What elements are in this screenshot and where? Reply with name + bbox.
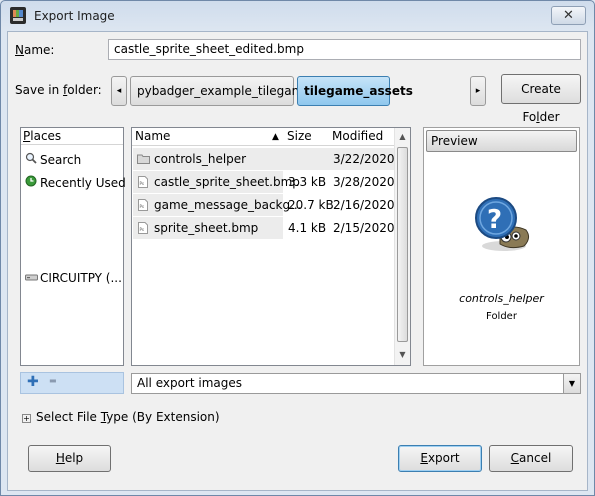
image-file-icon: Ps [138, 222, 148, 237]
file-row[interactable]: controls_helper 3/22/2020 [133, 148, 395, 170]
file-size: 3.3 kB [288, 175, 327, 189]
svg-text:Ps: Ps [140, 204, 144, 209]
breadcrumb-pybadger-example-tilegame[interactable]: pybadger_example_tilegame [130, 76, 311, 106]
wilber-help-icon: ? [470, 190, 534, 257]
create-folder-button[interactable]: Create Folder [501, 74, 581, 124]
file-list: Name ▲ Size Modified controls_helper 3/2… [131, 127, 411, 366]
places-toolbar: ✚ ▬ [20, 372, 124, 394]
file-modified: 2/15/2020 [333, 221, 395, 235]
file-row[interactable]: Ps castle_sprite_sheet.bmp 3.3 kB 3/28/2… [133, 171, 395, 193]
name-label: Name: [15, 43, 55, 57]
chevron-down-icon[interactable]: ▼ [563, 374, 580, 393]
preview-panel: Preview ? controls_helper Folder [423, 127, 580, 366]
svg-text:?: ? [487, 205, 502, 235]
drive-icon [25, 271, 38, 285]
file-modified: 3/22/2020 [333, 152, 395, 166]
export-image-dialog: Export Image ✕ Name: castle_sprite_sheet… [0, 0, 595, 496]
save-in-folder-label: Save in folder: [15, 83, 102, 97]
export-button[interactable]: Export [398, 445, 482, 472]
file-modified: 3/28/2020 [333, 175, 395, 189]
file-name: controls_helper [154, 152, 247, 166]
breadcrumb-forward-button[interactable]: ▸ [470, 76, 486, 106]
file-name: sprite_sheet.bmp [154, 221, 259, 235]
scroll-down-arrow[interactable]: ▼ [395, 347, 410, 363]
image-file-icon: Ps [138, 176, 148, 191]
file-list-scrollbar[interactable]: ▲ ▼ [394, 128, 410, 365]
folder-icon [137, 153, 150, 167]
cancel-button[interactable]: Cancel [489, 445, 573, 472]
svg-text:Ps: Ps [140, 227, 144, 232]
file-filter-value: All export images [137, 376, 243, 390]
svg-text:Ps: Ps [140, 181, 144, 186]
file-size: 4.1 kB [288, 221, 327, 235]
file-row[interactable]: Ps game_message_backg... 20.7 kB 2/16/20… [133, 194, 395, 216]
filename-input[interactable]: castle_sprite_sheet_edited.bmp [108, 39, 581, 60]
select-file-type-expander[interactable]: + Select File Type (By Extension) [22, 410, 220, 424]
file-name: game_message_backg... [154, 198, 302, 212]
expand-plus-icon[interactable]: + [22, 414, 31, 423]
preview-button[interactable]: Preview [426, 130, 577, 152]
add-bookmark-icon[interactable]: ✚ [27, 374, 39, 390]
places-panel: Places Search Recently Used CIRCUITPY (.… [20, 127, 126, 366]
breadcrumb-back-button[interactable]: ◂ [111, 76, 127, 106]
gimp-app-icon [10, 7, 26, 24]
scrollbar-thumb[interactable] [397, 147, 408, 342]
file-row[interactable]: Ps sprite_sheet.bmp 4.1 kB 2/15/2020 [133, 217, 395, 239]
places-header[interactable]: Places [21, 128, 123, 145]
column-header-size[interactable]: Size [287, 129, 312, 143]
close-button[interactable]: ✕ [551, 6, 586, 25]
file-name: castle_sprite_sheet.bmp [154, 175, 300, 189]
file-filter-select[interactable]: All export images ▼ [131, 373, 581, 394]
image-file-icon: Ps [138, 199, 148, 214]
file-modified: 2/16/2020 [333, 198, 395, 212]
preview-item-name: controls_helper [459, 292, 544, 305]
remove-bookmark-icon[interactable]: ▬ [49, 376, 57, 385]
breadcrumb-tilegame-assets[interactable]: tilegame_assets [297, 76, 413, 106]
column-header-name[interactable]: Name [135, 129, 170, 143]
file-size: 20.7 kB [288, 198, 334, 212]
window-title: Export Image [34, 9, 115, 23]
preview-item-type: Folder [486, 311, 517, 322]
dialog-body: Name: castle_sprite_sheet_edited.bmp Sav… [7, 31, 588, 491]
place-circuitpy-drive[interactable]: CIRCUITPY (... [25, 271, 122, 285]
magnifier-icon [25, 152, 37, 167]
sort-ascending-icon: ▲ [272, 132, 279, 142]
place-search[interactable]: Search [25, 152, 81, 167]
help-button[interactable]: Help [28, 445, 111, 472]
column-header-modified[interactable]: Modified [332, 129, 383, 143]
place-recently-used[interactable]: Recently Used [25, 175, 126, 190]
file-list-header: Name ▲ Size Modified [132, 128, 395, 146]
scroll-up-arrow[interactable]: ▲ [395, 129, 410, 145]
recent-clock-icon [25, 175, 37, 190]
title-bar[interactable]: Export Image ✕ [1, 1, 594, 31]
